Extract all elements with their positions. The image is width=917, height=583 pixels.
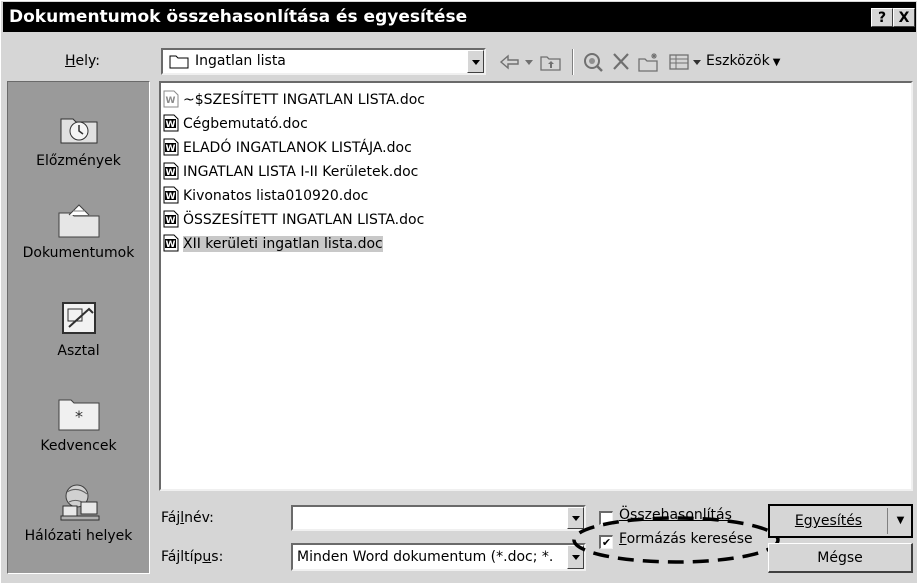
word-document-icon: W [163,138,179,156]
svg-text:W: W [166,240,176,250]
svg-text:W: W [166,168,176,178]
delete-icon[interactable] [609,51,633,73]
merge-button[interactable]: Egyesítés [770,506,887,536]
documents-folder-icon [55,199,103,239]
tools-dropdown-icon: ▼ [772,57,781,68]
merge-label: Egyesítés [794,513,863,529]
word-document-icon: W [163,114,179,132]
filetype-value: Minden Word dokumentum (*.doc; *. [297,549,554,565]
file-list[interactable]: W ~$SZESÍTETT INGATLAN LISTA.doc W Cégbe… [159,81,913,491]
list-item[interactable]: W XII kerületi ingatlan lista.doc [161,233,383,255]
cancel-button[interactable]: Mégse [768,543,913,573]
filetype-label: Fájltípus: [161,549,224,565]
cancel-label: Mégse [817,550,863,566]
places-item-label: Asztal [57,343,100,359]
split-separator [887,508,888,534]
search-web-icon[interactable] [581,51,605,73]
desktop-icon [55,297,103,337]
word-document-icon: W [163,234,179,252]
svg-text:W: W [166,192,176,202]
favorites-icon: * [55,392,103,432]
list-item[interactable]: W ~$SZESÍTETT INGATLAN LISTA.doc [161,89,425,111]
new-folder-icon[interactable] [637,51,661,73]
highlight-ellipse [571,515,781,565]
file-name: Kivonatos lista010920.doc [183,188,369,204]
file-name: Cégbemutató.doc [183,116,308,132]
svg-text:*: * [75,407,83,426]
network-places-icon [55,482,103,522]
filename-label: Fájlnév: [161,510,214,526]
places-item-label: Dokumentumok [22,245,135,261]
file-name: ÖSSZESÍTETT INGATLAN LISTA.doc [183,212,425,228]
help-button[interactable]: ? [871,8,893,27]
back-icon[interactable] [498,51,522,73]
views-icon[interactable] [667,51,691,73]
list-item[interactable]: W ELADÓ INGATLANOK LISTÁJA.doc [161,137,412,159]
places-bar: Előzmények Dokumentumok Asztal * Kedvenc… [7,81,150,574]
filetype-dropdown[interactable]: Minden Word dokumentum (*.doc; *. [291,543,586,571]
location-value: Ingatlan lista [195,53,286,69]
tools-label: Eszközök [706,53,770,69]
svg-text:W: W [166,120,176,130]
tools-menu[interactable]: Eszközök ▼ [706,53,780,69]
places-item-history[interactable]: Előzmények [8,107,149,169]
file-name: ELADÓ INGATLANOK LISTÁJA.doc [183,140,412,156]
up-folder-icon[interactable] [539,51,563,73]
history-icon [55,107,103,147]
word-document-icon: W [163,90,179,108]
places-item-label: Előzmények [36,153,121,169]
toolbar-separator [572,49,574,75]
location-dropdown[interactable]: Ingatlan lista [161,48,486,75]
places-item-label: Hálózati helyek [24,528,133,544]
svg-text:W: W [166,96,176,106]
places-item-desktop[interactable]: Asztal [8,297,149,359]
location-dropdown-arrow[interactable] [467,50,484,73]
list-item[interactable]: W ÖSSZESÍTETT INGATLAN LISTA.doc [161,209,424,231]
views-dropdown-icon[interactable] [691,51,703,73]
filename-input[interactable] [291,505,586,531]
list-item[interactable]: W INGATLAN LISTA I-II Kerületek.doc [161,161,418,183]
svg-text:W: W [166,144,176,154]
svg-text:W: W [166,216,176,226]
merge-split-button: Egyesítés ▼ [768,504,913,538]
file-name: XII kerületi ingatlan lista.doc [183,236,383,252]
places-item-favorites[interactable]: * Kedvencek [8,392,149,454]
close-button[interactable]: X [893,8,915,27]
title-bar: Dokumentumok összehasonlítása és egyesít… [3,2,916,32]
merge-dropdown-icon[interactable]: ▼ [890,506,911,536]
compare-merge-dialog: Dokumentumok összehasonlítása és egyesít… [0,0,917,583]
places-item-label: Kedvencek [40,438,117,454]
word-document-icon: W [163,162,179,180]
places-item-documents[interactable]: Dokumentumok [8,199,149,261]
word-document-icon: W [163,210,179,228]
back-dropdown-icon[interactable] [523,51,535,73]
list-item[interactable]: W Cégbemutató.doc [161,113,308,135]
places-item-network[interactable]: Hálózati helyek [8,482,149,544]
location-label: Hely: [65,53,101,69]
file-name: ~$SZESÍTETT INGATLAN LISTA.doc [183,92,426,108]
file-name: INGATLAN LISTA I-II Kerületek.doc [183,164,419,180]
folder-icon [169,53,189,69]
window-title: Dokumentumok összehasonlítása és egyesít… [9,7,468,27]
word-document-icon: W [163,186,179,204]
list-item[interactable]: W Kivonatos lista010920.doc [161,185,368,207]
